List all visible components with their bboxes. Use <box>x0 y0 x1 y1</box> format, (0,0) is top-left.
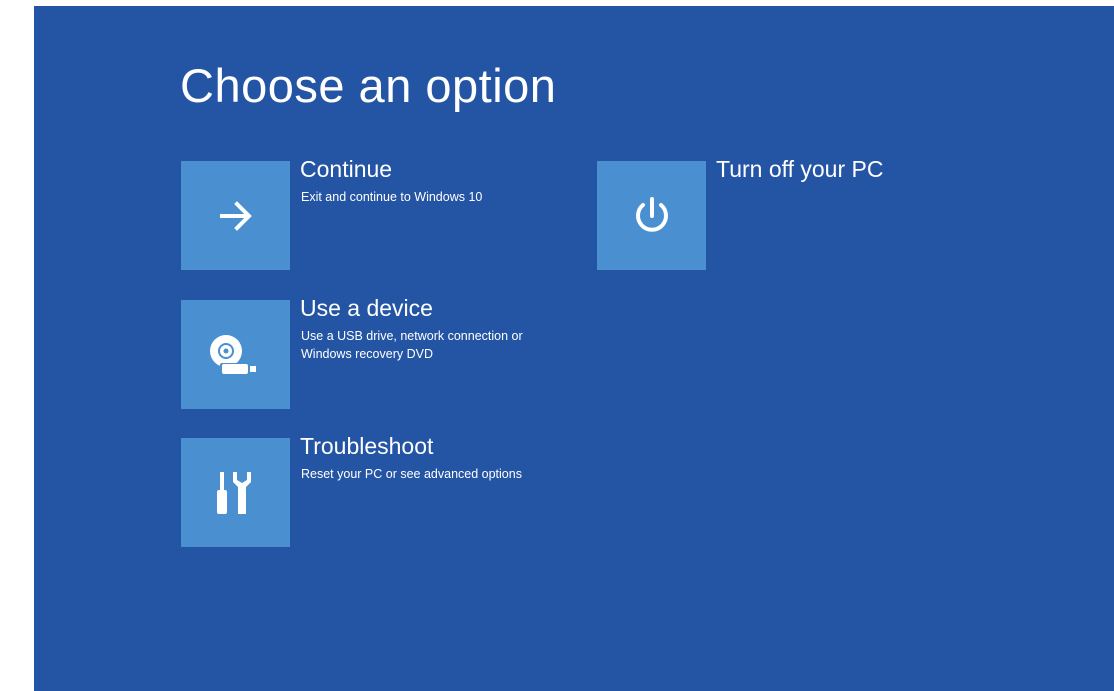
continue-title: Continue <box>300 156 393 182</box>
recovery-screen: Choose an option Continue Exit and conti… <box>34 6 1114 691</box>
disc-usb-icon <box>208 331 264 379</box>
continue-description: Exit and continue to Windows 10 <box>301 190 483 204</box>
use-device-tile[interactable] <box>181 300 290 409</box>
turn-off-title: Turn off your PC <box>716 156 884 182</box>
use-device-title: Use a device <box>300 295 433 321</box>
troubleshoot-description: Reset your PC or see advanced options <box>301 467 522 481</box>
tools-icon <box>214 468 258 518</box>
turn-off-tile[interactable] <box>597 161 706 270</box>
troubleshoot-title: Troubleshoot <box>300 433 434 459</box>
continue-tile[interactable] <box>181 161 290 270</box>
use-device-description: Use a USB drive, network connection or W… <box>301 329 523 361</box>
power-icon <box>631 195 673 237</box>
page-title: Choose an option <box>180 59 557 112</box>
arrow-right-icon <box>216 196 256 236</box>
troubleshoot-tile[interactable] <box>181 438 290 547</box>
